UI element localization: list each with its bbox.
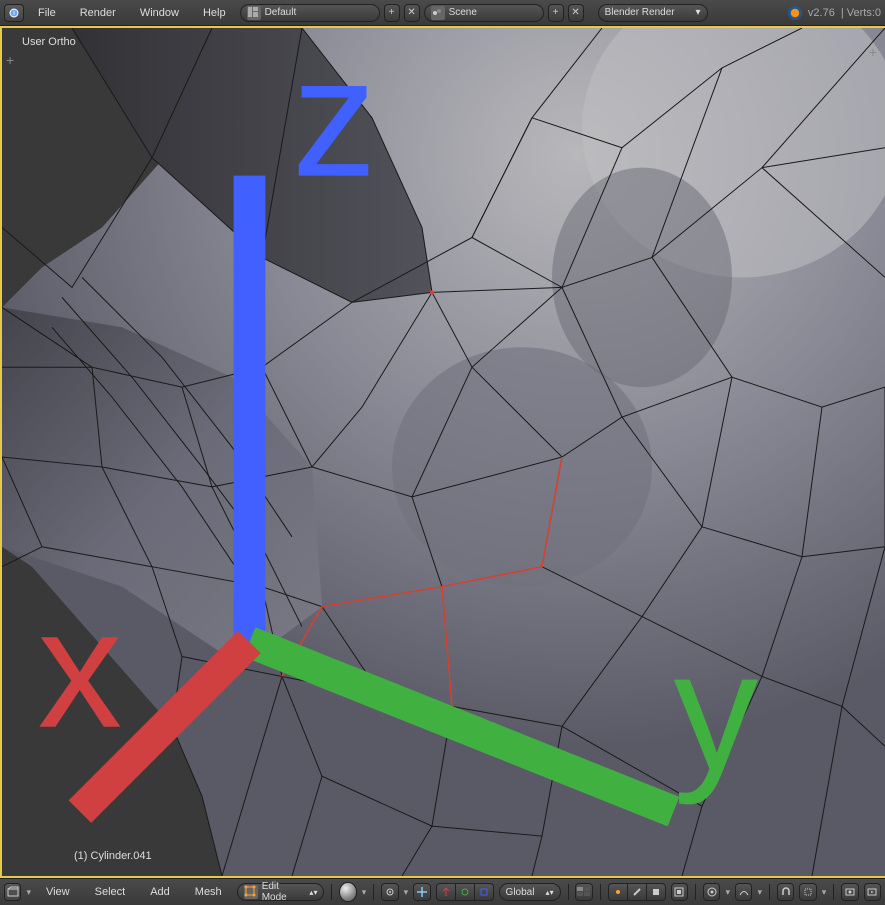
scene-add-button[interactable]: + <box>548 4 564 22</box>
chevron-updown-icon: ▴▾ <box>309 888 317 897</box>
manipulator-toggle[interactable] <box>413 883 430 901</box>
select-vertex-button[interactable] <box>608 883 628 901</box>
editor-type-3dview-icon[interactable] <box>4 883 21 901</box>
snap-toggle[interactable] <box>777 883 794 901</box>
edit-mode-icon <box>244 885 258 899</box>
manipulator-translate[interactable] <box>436 883 456 901</box>
render-opengl-image-button[interactable] <box>841 883 858 901</box>
mode-label: Edit Mode <box>262 881 306 903</box>
shading-mode-button[interactable] <box>339 882 356 902</box>
limit-selection-button[interactable] <box>671 883 688 901</box>
chevron-down-icon[interactable]: ▾ <box>404 887 409 898</box>
menu-add[interactable]: Add <box>140 886 180 898</box>
menu-file[interactable]: File <box>28 7 66 19</box>
chevron-down-icon[interactable]: ▾ <box>822 887 827 898</box>
menu-render[interactable]: Render <box>70 7 126 19</box>
proportional-edit-button[interactable] <box>703 883 720 901</box>
layout-add-button[interactable]: + <box>384 4 400 22</box>
3dview-header: ▾ View Select Add Mesh Edit Mode ▴▾ ▾ ▾ … <box>0 878 885 905</box>
screen-layout-dropdown[interactable]: Default <box>240 4 380 22</box>
chevron-down-icon[interactable]: ▾ <box>26 887 31 898</box>
render-engine-dropdown[interactable]: Blender Render ▾ <box>598 4 708 22</box>
chevron-down-icon[interactable]: ▾ <box>362 887 367 898</box>
chevron-down-icon[interactable]: ▾ <box>757 887 762 898</box>
layout-icon <box>247 6 261 20</box>
menu-help[interactable]: Help <box>193 7 236 19</box>
scene-remove-button[interactable]: ✕ <box>568 4 584 22</box>
transform-orientation-dropdown[interactable]: Global ▴▾ <box>499 883 561 901</box>
pivot-point-button[interactable] <box>381 883 398 901</box>
editor-type-icon[interactable]: i <box>4 4 24 22</box>
scene-icon <box>431 6 445 20</box>
menu-mesh[interactable]: Mesh <box>185 886 232 898</box>
version-label: v2.76 <box>808 7 835 19</box>
scene-dropdown[interactable]: Scene <box>424 4 544 22</box>
properties-expand-icon[interactable]: + <box>869 44 877 60</box>
3d-viewport[interactable]: User Ortho + + z y x (1) Cylinder.041 <box>2 28 885 876</box>
layout-name: Default <box>265 7 373 18</box>
menu-window[interactable]: Window <box>130 7 189 19</box>
orientation-label: Global <box>506 887 542 898</box>
scene-name: Scene <box>449 7 537 18</box>
chevron-down-icon[interactable]: ▾ <box>725 887 730 898</box>
engine-name: Blender Render <box>605 7 692 18</box>
menu-select[interactable]: Select <box>85 886 136 898</box>
blender-logo-icon <box>788 6 802 20</box>
menu-view[interactable]: View <box>36 886 80 898</box>
render-opengl-anim-button[interactable] <box>864 883 881 901</box>
chevron-updown-icon: ▴▾ <box>546 888 554 897</box>
snap-element-button[interactable] <box>799 883 816 901</box>
proportional-falloff-button[interactable] <box>735 883 752 901</box>
select-edge-button[interactable] <box>627 883 647 901</box>
select-face-button[interactable] <box>646 883 666 901</box>
layout-remove-button[interactable]: ✕ <box>404 4 420 22</box>
stats-label: | Verts:0 <box>841 7 881 19</box>
mode-dropdown[interactable]: Edit Mode ▴▾ <box>237 883 325 901</box>
layers-button[interactable] <box>575 883 592 901</box>
info-header: i File Render Window Help Default + ✕ Sc… <box>0 0 885 26</box>
manipulator-scale[interactable] <box>474 883 494 901</box>
manipulator-rotate[interactable] <box>455 883 475 901</box>
chevron-down-icon: ▾ <box>696 7 701 18</box>
toolbar-expand-icon[interactable]: + <box>6 52 14 68</box>
